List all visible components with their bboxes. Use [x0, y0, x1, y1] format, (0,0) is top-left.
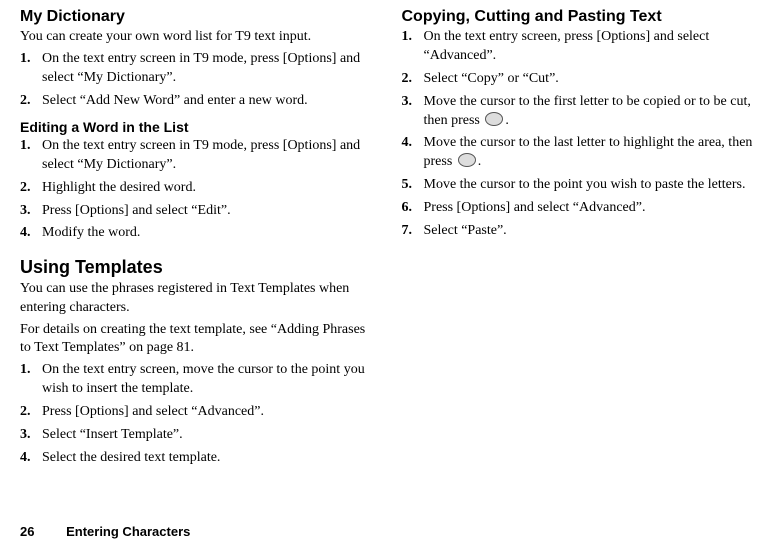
step-text: Press [Options] and select “Edit”. — [42, 202, 378, 221]
left-column: My Dictionary You can create your own wo… — [20, 8, 378, 472]
center-key-icon — [458, 153, 476, 167]
list-item: 6. Press [Options] and select “Advanced”… — [402, 199, 760, 218]
step-text: Select “Paste”. — [424, 222, 760, 241]
step-text: Press [Options] and select “Advanced”. — [424, 199, 760, 218]
step-text: Select the desired text template. — [42, 449, 378, 468]
list-item: 1. On the text entry screen in T9 mode, … — [20, 137, 378, 175]
step-text: Move the cursor to the last letter to hi… — [424, 134, 760, 172]
list-item: 5. Move the cursor to the point you wish… — [402, 176, 760, 195]
step-text: Press [Options] and select “Advanced”. — [42, 403, 378, 422]
heading-copy-cut-paste: Copying, Cutting and Pasting Text — [402, 8, 760, 26]
step-number: 2. — [20, 92, 42, 111]
intro-my-dictionary: You can create your own word list for T9… — [20, 28, 378, 46]
list-item: 2. Press [Options] and select “Advanced”… — [20, 403, 378, 422]
page-footer: 26 Entering Characters — [20, 524, 190, 539]
steps-copy-cut-paste: 1. On the text entry screen, press [Opti… — [402, 28, 760, 241]
list-item: 7. Select “Paste”. — [402, 222, 760, 241]
center-key-icon — [485, 112, 503, 126]
step-number: 6. — [402, 199, 424, 218]
heading-my-dictionary: My Dictionary — [20, 8, 378, 26]
list-item: 2. Select “Copy” or “Cut”. — [402, 70, 760, 89]
step-text: On the text entry screen, press [Options… — [424, 28, 760, 66]
step-number: 4. — [20, 449, 42, 468]
step-number: 1. — [20, 50, 42, 69]
step-number: 7. — [402, 222, 424, 241]
list-item: 1. On the text entry screen, press [Opti… — [402, 28, 760, 66]
list-item: 1. On the text entry screen in T9 mode, … — [20, 50, 378, 88]
step-number: 1. — [20, 361, 42, 380]
intro-using-templates-1: You can use the phrases registered in Te… — [20, 280, 378, 316]
list-item: 2. Highlight the desired word. — [20, 179, 378, 198]
list-item: 4. Move the cursor to the last letter to… — [402, 134, 760, 172]
step-text: On the text entry screen in T9 mode, pre… — [42, 50, 378, 88]
step-number: 2. — [20, 403, 42, 422]
step-number: 4. — [20, 224, 42, 243]
step-number: 1. — [402, 28, 424, 47]
step-number: 3. — [20, 426, 42, 445]
step-text: On the text entry screen in T9 mode, pre… — [42, 137, 378, 175]
step-text: Highlight the desired word. — [42, 179, 378, 198]
step-text: Select “Copy” or “Cut”. — [424, 70, 760, 89]
step-text: Move the cursor to the point you wish to… — [424, 176, 760, 195]
list-item: 4. Select the desired text template. — [20, 449, 378, 468]
page-number: 26 — [20, 524, 34, 539]
step-text-post: . — [478, 154, 482, 169]
step-text: On the text entry screen, move the curso… — [42, 361, 378, 399]
steps-using-templates: 1. On the text entry screen, move the cu… — [20, 361, 378, 467]
step-number: 4. — [402, 134, 424, 153]
step-text: Select “Add New Word” and enter a new wo… — [42, 92, 378, 111]
list-item: 1. On the text entry screen, move the cu… — [20, 361, 378, 399]
section-name: Entering Characters — [66, 524, 190, 539]
steps-my-dictionary: 1. On the text entry screen in T9 mode, … — [20, 50, 378, 111]
list-item: 3. Move the cursor to the first letter t… — [402, 93, 760, 131]
step-number: 5. — [402, 176, 424, 195]
step-number: 3. — [402, 93, 424, 112]
list-item: 4. Modify the word. — [20, 224, 378, 243]
step-text-pre: Move the cursor to the first letter to b… — [424, 94, 751, 128]
list-item: 2. Select “Add New Word” and enter a new… — [20, 92, 378, 111]
heading-editing-word: Editing a Word in the List — [20, 119, 378, 135]
step-text: Select “Insert Template”. — [42, 426, 378, 445]
list-item: 3. Press [Options] and select “Edit”. — [20, 202, 378, 221]
step-number: 2. — [402, 70, 424, 89]
right-column: Copying, Cutting and Pasting Text 1. On … — [402, 8, 760, 472]
heading-using-templates: Using Templates — [20, 257, 378, 278]
step-text: Move the cursor to the first letter to b… — [424, 93, 760, 131]
intro-using-templates-2: For details on creating the text templat… — [20, 321, 378, 357]
step-text-post: . — [505, 113, 509, 128]
step-number: 3. — [20, 202, 42, 221]
steps-editing-word: 1. On the text entry screen in T9 mode, … — [20, 137, 378, 243]
list-item: 3. Select “Insert Template”. — [20, 426, 378, 445]
step-number: 2. — [20, 179, 42, 198]
step-number: 1. — [20, 137, 42, 156]
step-text: Modify the word. — [42, 224, 378, 243]
